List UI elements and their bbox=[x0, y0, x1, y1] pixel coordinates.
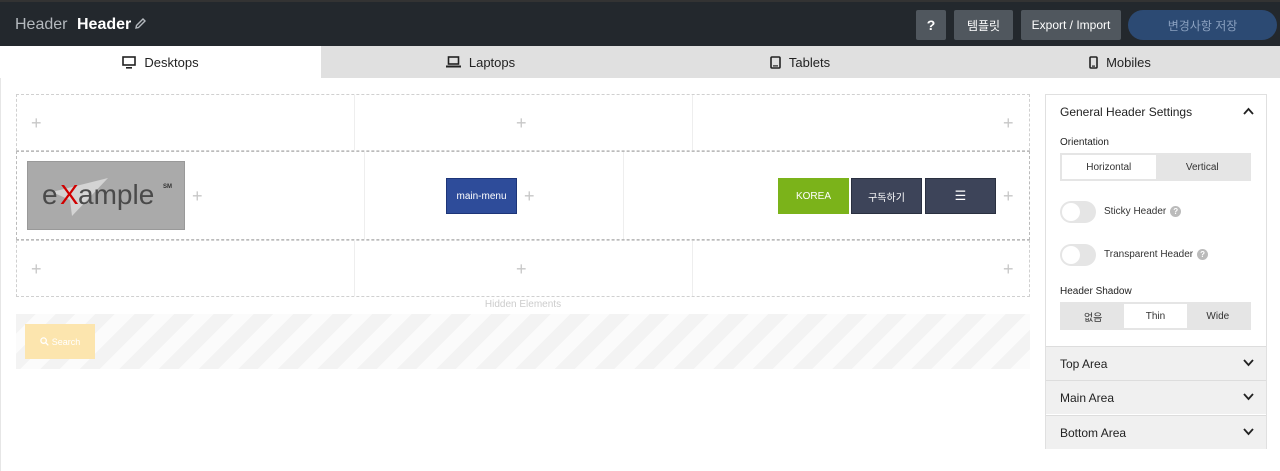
section-label: Main Area bbox=[1060, 390, 1115, 405]
settings-panel: General Header Settings Orientation Hori… bbox=[1045, 94, 1267, 449]
pencil-icon[interactable] bbox=[134, 17, 148, 31]
tab-mobiles[interactable]: Mobiles bbox=[960, 46, 1280, 78]
tab-label: Mobiles bbox=[1106, 54, 1151, 70]
column-divider bbox=[623, 152, 624, 239]
bottom-area-row: + + + bbox=[16, 240, 1030, 297]
tab-desktops[interactable]: Desktops bbox=[0, 46, 321, 78]
help-icon[interactable]: ? bbox=[1197, 249, 1209, 260]
chevron-down-icon bbox=[1243, 428, 1254, 436]
section-label: Bottom Area bbox=[1060, 425, 1127, 440]
monitor-icon bbox=[122, 55, 137, 69]
header-shadow-selector: 없음 Thin Wide bbox=[1060, 302, 1251, 330]
add-element-button[interactable]: + bbox=[192, 187, 203, 205]
device-tabs: Desktops Laptops Tablets Mobiles bbox=[0, 46, 1280, 78]
header-shadow-label: Header Shadow bbox=[1060, 286, 1132, 297]
tab-laptops[interactable]: Laptops bbox=[321, 46, 640, 78]
shadow-thin[interactable]: Thin bbox=[1124, 304, 1187, 328]
chevron-down-icon bbox=[1243, 393, 1254, 401]
save-changes-button[interactable]: 변경사항 저장 bbox=[1128, 10, 1277, 40]
transparent-header-toggle[interactable] bbox=[1060, 244, 1096, 266]
transparent-header-label: Transparent Header ? bbox=[1104, 249, 1209, 260]
logo-text: ample bbox=[78, 179, 155, 210]
section-top-area[interactable]: Top Area bbox=[1046, 346, 1266, 380]
add-element-button[interactable]: + bbox=[1003, 114, 1014, 132]
logo-letter-e: e bbox=[42, 179, 58, 210]
help-icon[interactable]: ? bbox=[1170, 206, 1182, 217]
main-menu-element[interactable]: main-menu bbox=[446, 178, 517, 214]
logo-mark: SM bbox=[163, 184, 172, 190]
section-bottom-area[interactable]: Bottom Area bbox=[1046, 415, 1266, 449]
section-main-area[interactable]: Main Area bbox=[1046, 380, 1266, 414]
help-button[interactable]: ? bbox=[916, 10, 946, 40]
logo[interactable]: e X ample SM bbox=[27, 161, 185, 230]
add-element-button[interactable]: + bbox=[524, 187, 535, 205]
orientation-vertical[interactable]: Vertical bbox=[1156, 155, 1250, 179]
chevron-up-icon bbox=[1243, 107, 1254, 115]
sticky-header-toggle[interactable] bbox=[1060, 201, 1096, 223]
page-title: Header bbox=[77, 16, 132, 33]
search-icon bbox=[39, 337, 49, 346]
section-label: Top Area bbox=[1060, 356, 1108, 371]
shadow-none[interactable]: 없음 bbox=[1062, 304, 1124, 328]
orientation-label: Orientation bbox=[1060, 137, 1109, 148]
add-element-button[interactable]: + bbox=[516, 260, 527, 278]
column-divider bbox=[354, 241, 355, 296]
search-element[interactable]: Search bbox=[25, 324, 95, 359]
chevron-down-icon bbox=[1243, 359, 1254, 367]
logo-letter-x: X bbox=[60, 179, 79, 210]
add-element-button[interactable]: + bbox=[31, 114, 42, 132]
orientation-selector: Horizontal Vertical bbox=[1060, 153, 1251, 181]
add-element-button[interactable]: + bbox=[1003, 187, 1014, 205]
sticky-header-label: Sticky Header ? bbox=[1104, 206, 1182, 217]
tab-label: Desktops bbox=[144, 54, 199, 70]
general-settings-header[interactable]: General Header Settings bbox=[1046, 95, 1266, 129]
column-divider bbox=[692, 241, 693, 296]
templates-button[interactable]: 템플릿 bbox=[954, 10, 1013, 40]
top-bar: Header Header ? 템플릿 Export / Import 변경사항… bbox=[0, 0, 1280, 46]
sticky-header-text: Sticky Header bbox=[1104, 206, 1167, 217]
transparent-header-text: Transparent Header bbox=[1104, 249, 1194, 260]
top-area-row: + + + bbox=[16, 94, 1030, 151]
korea-button-element[interactable]: KOREA bbox=[778, 178, 849, 214]
tab-label: Laptops bbox=[468, 54, 516, 70]
add-element-button[interactable]: + bbox=[1003, 260, 1014, 278]
tab-label: Tablets bbox=[788, 54, 831, 70]
tablet-icon bbox=[770, 55, 781, 69]
add-element-button[interactable]: + bbox=[31, 260, 42, 278]
column-divider bbox=[364, 152, 365, 239]
hidden-elements-label: Hidden Elements bbox=[484, 299, 562, 310]
add-element-button[interactable]: + bbox=[516, 114, 527, 132]
breadcrumb[interactable]: Header bbox=[15, 16, 67, 34]
panel-title: General Header Settings bbox=[1060, 105, 1193, 119]
export-import-button[interactable]: Export / Import bbox=[1021, 10, 1121, 40]
column-divider bbox=[354, 95, 355, 150]
laptop-icon bbox=[445, 56, 461, 68]
column-divider bbox=[692, 95, 693, 150]
hidden-elements-area: Search bbox=[16, 314, 1030, 369]
main-area-row: e X ample SM + main-menu + KOREA 구독하기 ☰ … bbox=[16, 151, 1030, 240]
hamburger-menu-element[interactable]: ☰ bbox=[925, 178, 996, 214]
mobile-icon bbox=[1089, 55, 1098, 69]
search-element-label: Search bbox=[51, 336, 81, 347]
shadow-wide[interactable]: Wide bbox=[1187, 304, 1249, 328]
orientation-horizontal[interactable]: Horizontal bbox=[1062, 155, 1156, 179]
divider bbox=[0, 78, 1, 471]
subscribe-button-element[interactable]: 구독하기 bbox=[851, 178, 922, 214]
tab-tablets[interactable]: Tablets bbox=[640, 46, 960, 78]
